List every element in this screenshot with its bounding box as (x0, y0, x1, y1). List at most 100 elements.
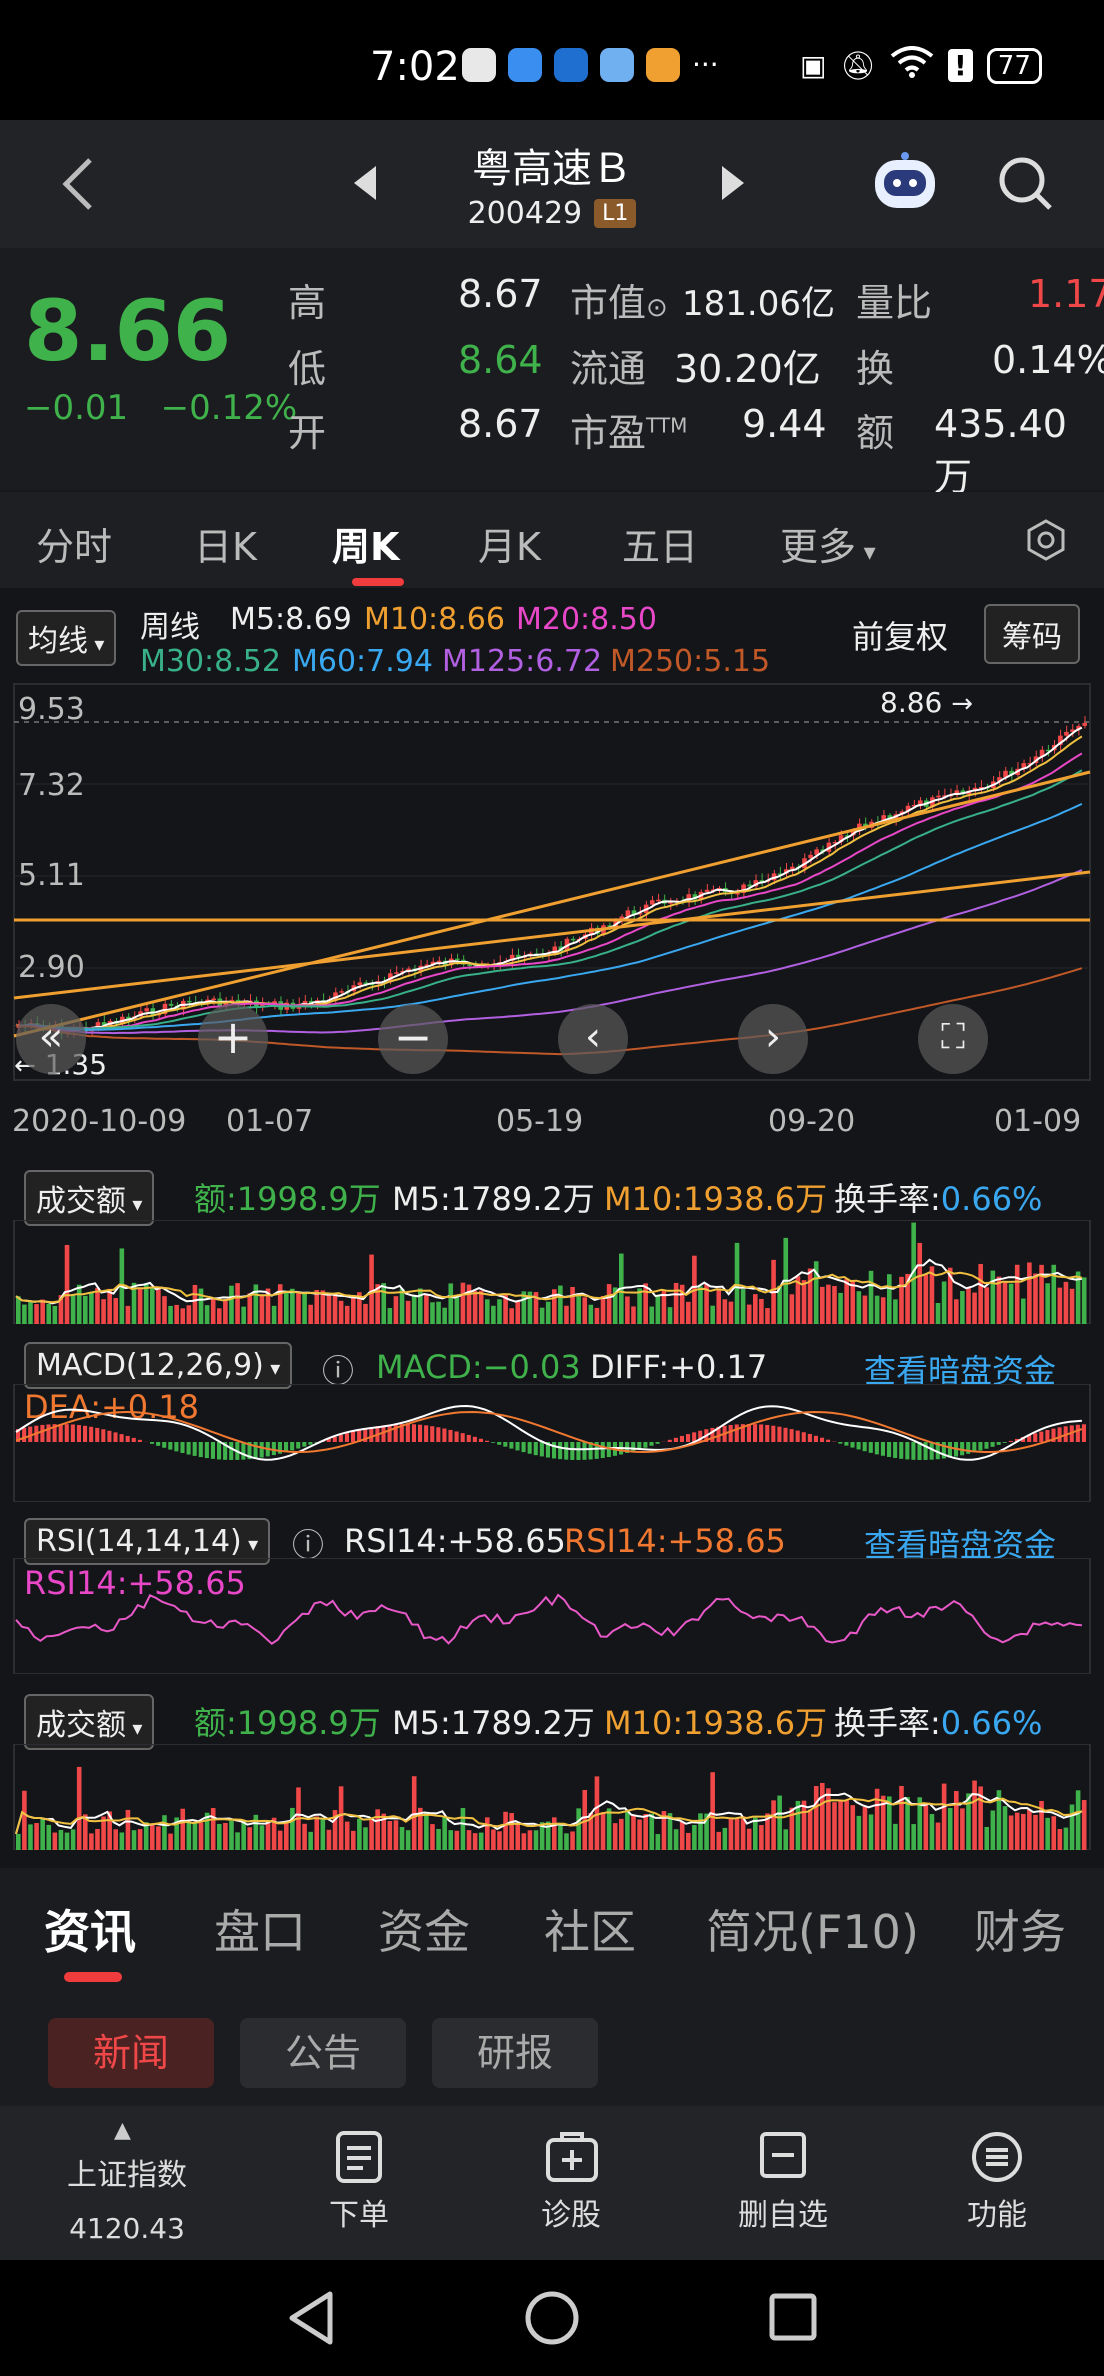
order-icon[interactable] (334, 2130, 384, 2188)
zoom-in-icon[interactable]: + (198, 1004, 268, 1074)
volume-bar (223, 1299, 228, 1324)
volume-bar (156, 1286, 161, 1324)
volume-bar (759, 1825, 764, 1850)
volume-bar (1081, 1277, 1087, 1324)
diagnose-icon[interactable] (544, 2130, 600, 2188)
volume-bar (399, 1827, 405, 1850)
volume-selector[interactable]: 成交额 ▾ (24, 1170, 155, 1226)
remove-favorite-label[interactable]: 删自选 (708, 2190, 858, 2234)
subtab-news[interactable]: 新闻 (48, 2018, 214, 2088)
tab-finance[interactable]: 财务 (974, 1896, 1066, 1962)
nav-home-icon[interactable] (524, 2290, 580, 2350)
tab-five-day[interactable]: 五日 (622, 516, 698, 571)
volume-bar (576, 1296, 581, 1324)
volume-bar (393, 1820, 399, 1850)
volume-bar (862, 1806, 868, 1850)
volume-m5: M5:1789.2万 (392, 1180, 595, 1218)
nav-back-icon[interactable] (286, 2290, 336, 2350)
subtab-announcements[interactable]: 公告 (240, 2018, 406, 2088)
adjust-mode[interactable]: 前复权 (852, 612, 948, 658)
kline-chart[interactable] (0, 680, 1104, 1160)
chip-button[interactable]: 筹码 (984, 604, 1080, 664)
macd-selector[interactable]: MACD(12,26,9) ▾ (24, 1342, 293, 1389)
volume-bar (259, 1825, 265, 1850)
subtab-research[interactable]: 研报 (432, 2018, 598, 2088)
collapse-icon[interactable]: « (16, 1004, 86, 1074)
date-tick-2: 01-07 (226, 1104, 314, 1139)
volume-bar (826, 1284, 831, 1324)
tab-monthly-k[interactable]: 月K (478, 516, 541, 571)
tab-weekly-k[interactable]: 周K (332, 516, 399, 571)
volume-bar (277, 1830, 283, 1850)
expand-up-icon[interactable]: ▲ (114, 2118, 131, 2143)
volume-bar (363, 1827, 368, 1850)
volume-bar (344, 1821, 350, 1850)
macd-chart[interactable] (0, 1384, 1104, 1502)
volume-bar (448, 1283, 454, 1324)
volume-bar (247, 1293, 253, 1324)
ma-selector[interactable]: 均线 ▾ (16, 610, 117, 666)
max-price-marker: 8.86 → (880, 686, 974, 719)
volume-bar (387, 1308, 393, 1324)
volume-bar (192, 1822, 198, 1850)
status-app-icons: ··· (462, 48, 719, 82)
volume-bar (1057, 1829, 1063, 1850)
volume-selector-2[interactable]: 成交额 ▾ (24, 1694, 155, 1750)
volume-bar (564, 1833, 569, 1850)
tab-daily-k[interactable]: 日K (194, 516, 257, 571)
search-icon[interactable] (996, 154, 1056, 218)
volume-bar (259, 1295, 265, 1324)
tab-funds[interactable]: 资金 (378, 1896, 470, 1962)
macd-bar (576, 1442, 581, 1460)
volume-bar (436, 1301, 441, 1324)
macd-bar (850, 1442, 855, 1448)
tab-more[interactable]: 更多 ▾ (780, 516, 876, 571)
volume-bar (223, 1822, 228, 1850)
volume-chart-2[interactable] (0, 1744, 1104, 1850)
zoom-out-icon[interactable]: − (378, 1004, 448, 1074)
wifi-icon (890, 46, 934, 85)
rsi-chart[interactable] (0, 1558, 1104, 1674)
nav-recents-icon[interactable] (768, 2292, 818, 2346)
scroll-left-icon[interactable]: ‹ (558, 1004, 628, 1074)
volume-bar (947, 1807, 953, 1850)
functions-label[interactable]: 功能 (922, 2190, 1072, 2234)
order-label[interactable]: 下单 (284, 2190, 434, 2234)
diagnose-label[interactable]: 诊股 (496, 2190, 646, 2234)
volume-chart-1[interactable] (0, 1220, 1104, 1324)
macd-bar (22, 1427, 27, 1442)
volume-bar (46, 1824, 52, 1850)
tab-intraday[interactable]: 分时 (36, 516, 112, 571)
volume-bar (156, 1826, 161, 1850)
macd-value: MACD:−0.03 (376, 1348, 581, 1386)
ma125-value: M125:6.72 (442, 644, 603, 679)
volume-bar (369, 1254, 374, 1324)
remove-favorite-icon[interactable] (758, 2130, 808, 2184)
volume-bar (351, 1297, 356, 1324)
more-dots-icon: ··· (692, 48, 719, 81)
tab-community[interactable]: 社区 (544, 1896, 636, 1962)
chart-settings-icon[interactable] (1024, 518, 1068, 566)
volume-bar (150, 1287, 155, 1324)
volume-bar (868, 1270, 874, 1324)
tab-f10[interactable]: 简况(F10) (706, 1896, 919, 1962)
volume-bar (673, 1282, 679, 1324)
macd-bar (686, 1434, 691, 1442)
macd-bar (46, 1424, 51, 1442)
volume-bar (40, 1818, 45, 1850)
scroll-right-icon[interactable]: › (738, 1004, 808, 1074)
tab-news-info[interactable]: 资讯 (44, 1896, 136, 1962)
volume-bar (174, 1304, 179, 1324)
volume-bar (582, 1297, 588, 1324)
volume-bar (655, 1295, 661, 1324)
functions-icon[interactable] (970, 2130, 1024, 2188)
volume-bar (631, 1306, 636, 1324)
macd-bar (454, 1431, 459, 1442)
fullscreen-icon[interactable]: ⛶ (918, 1004, 988, 1074)
index-name[interactable]: 上证指数 (52, 2150, 202, 2194)
macd-bar (649, 1442, 654, 1446)
macd-bar (521, 1442, 526, 1453)
volume-bar (52, 1832, 58, 1850)
robot-assistant-icon[interactable] (870, 150, 940, 218)
tab-order-book[interactable]: 盘口 (214, 1896, 306, 1962)
